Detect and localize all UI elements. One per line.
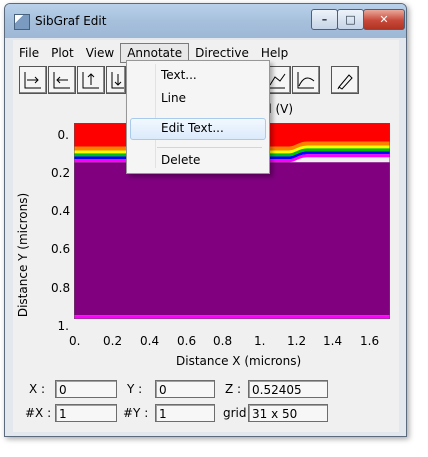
menu-file[interactable]: File bbox=[13, 44, 45, 62]
z-value-field: 0.52405 bbox=[248, 380, 328, 398]
x-axis-label: Distance X (microns) bbox=[176, 354, 302, 368]
annotate-dropdown-menu: Text... Line Edit Text... Delete bbox=[126, 60, 270, 174]
curve-tool-icon bbox=[297, 72, 315, 89]
x-tick: 1.4 bbox=[323, 334, 343, 348]
x-tick: 0.4 bbox=[140, 334, 160, 348]
menu-item-edit-text[interactable]: Edit Text... bbox=[161, 121, 224, 135]
app-icon bbox=[14, 14, 30, 30]
x-tick: 0.8 bbox=[213, 334, 233, 348]
zoom-left-button[interactable] bbox=[48, 66, 76, 94]
menu-plot[interactable]: Plot bbox=[45, 44, 80, 62]
x-tick: 1.6 bbox=[360, 334, 380, 348]
menu-item-text[interactable]: Text... bbox=[161, 68, 197, 82]
zoom-down-icon bbox=[111, 72, 124, 89]
ny-label: #Y : bbox=[123, 406, 149, 420]
ny-field: 1 bbox=[155, 404, 215, 422]
z-value-label: Z : bbox=[225, 382, 242, 396]
y-tick: 0.4 bbox=[51, 204, 71, 218]
zoom-up-icon bbox=[82, 72, 99, 89]
y-tick: 0.6 bbox=[51, 242, 71, 256]
heatmap-band bbox=[74, 162, 390, 316]
y-coord-label: Y : bbox=[127, 382, 143, 396]
y-tick: 0.2 bbox=[51, 166, 71, 180]
y-axis-label: Distance Y (microns) bbox=[16, 192, 31, 318]
menu-item-delete[interactable]: Delete bbox=[161, 153, 200, 167]
nx-label: #X : bbox=[25, 406, 52, 420]
x-coord-field: 0 bbox=[55, 380, 117, 398]
pen-tool-icon bbox=[337, 74, 353, 90]
menu-gutter bbox=[155, 64, 156, 168]
zoom-right-icon bbox=[24, 72, 41, 89]
zoom-right-button[interactable] bbox=[19, 66, 47, 94]
menu-separator bbox=[157, 147, 262, 148]
title-bar[interactable]: SibGraf Edit – □ ✕ bbox=[5, 4, 406, 38]
x-tick: 1. bbox=[254, 334, 266, 348]
x-coord-label: X : bbox=[29, 382, 46, 396]
y-coord-field: 0 bbox=[155, 380, 215, 398]
curve-tool-button[interactable] bbox=[292, 66, 320, 94]
y-tick: 0.8 bbox=[51, 281, 71, 295]
zoom-left-icon bbox=[53, 72, 70, 89]
x-tick: 1.2 bbox=[287, 334, 307, 348]
window-title: SibGraf Edit bbox=[35, 14, 107, 28]
y-tick: 1. bbox=[57, 319, 69, 333]
heatmap-band bbox=[74, 315, 390, 319]
grid-field: 31 x 50 bbox=[248, 404, 328, 422]
minimize-button[interactable]: – bbox=[311, 9, 338, 30]
status-bar: X : 0 Y : 0 Z : 0.52405 #X : 1 #Y : 1 gr… bbox=[13, 376, 399, 432]
grid-label: grid bbox=[223, 406, 247, 420]
x-tick: 0. bbox=[69, 334, 81, 348]
x-tick: 0.6 bbox=[177, 334, 197, 348]
nx-field: 1 bbox=[55, 404, 117, 422]
x-tick: 0.2 bbox=[103, 334, 123, 348]
close-button[interactable]: ✕ bbox=[363, 9, 405, 30]
zoom-up-button[interactable] bbox=[77, 66, 105, 94]
menu-view[interactable]: View bbox=[80, 44, 120, 62]
menu-item-line[interactable]: Line bbox=[161, 91, 186, 105]
pen-tool-button[interactable] bbox=[331, 66, 359, 94]
y-tick: 0. bbox=[57, 128, 69, 142]
zoom-down-button[interactable] bbox=[106, 66, 126, 94]
maximize-button[interactable]: □ bbox=[337, 9, 364, 30]
